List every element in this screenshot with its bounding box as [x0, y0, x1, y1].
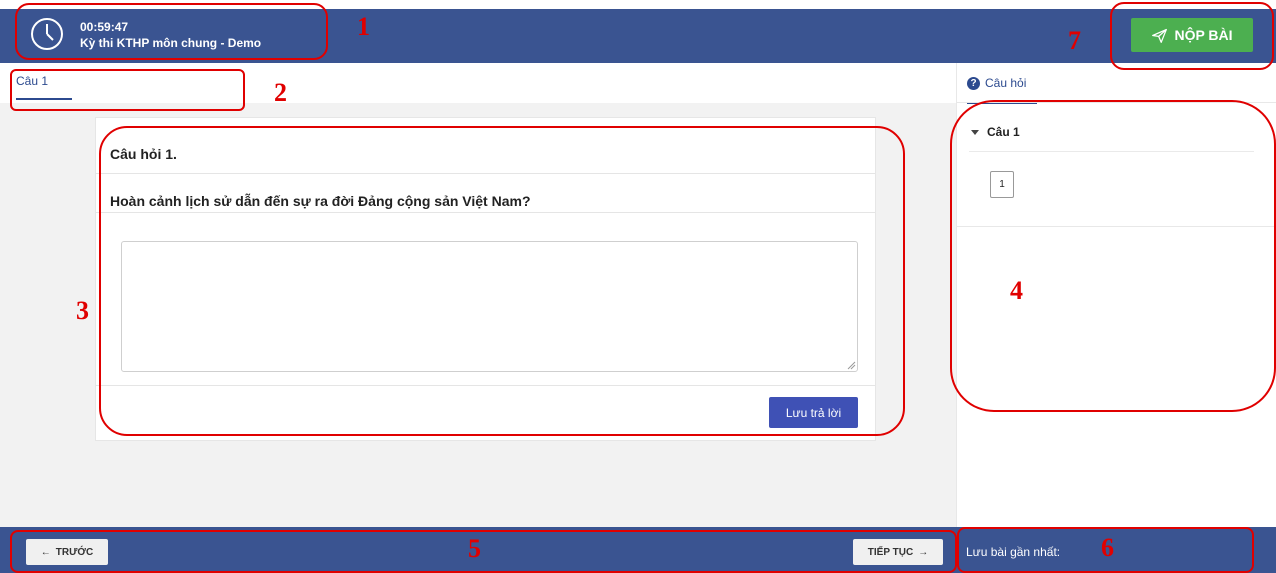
- annotation-number-5: 5: [468, 534, 481, 563]
- exam-page: 00:59:47 Kỳ thi KTHP môn chung - Demo NỘ…: [0, 0, 1276, 573]
- annotation-number-2: 2: [274, 78, 287, 107]
- annotation-number-6: 6: [1101, 533, 1114, 562]
- annotation-number-4: 4: [1010, 276, 1023, 305]
- annotation-number-1: 1: [357, 12, 370, 41]
- annotation-box-5: [10, 530, 957, 573]
- tab-questions-label: Câu hỏi: [985, 76, 1027, 90]
- annotation-box-2: [10, 69, 245, 111]
- annotation-box-4: [950, 100, 1276, 412]
- help-icon: ?: [967, 76, 980, 90]
- annotation-box-7: [1110, 2, 1274, 70]
- annotation-box-1: [15, 3, 328, 60]
- annotation-number-3: 3: [76, 296, 89, 325]
- annotation-box-3: [99, 126, 905, 436]
- annotation-number-7: 7: [1068, 26, 1081, 55]
